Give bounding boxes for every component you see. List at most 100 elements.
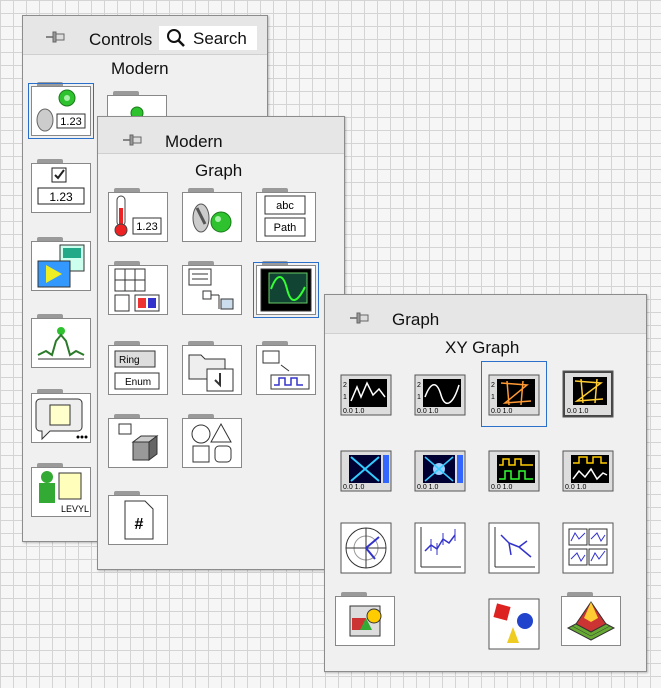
numeric-label: 1.23	[136, 221, 157, 233]
waveform-chart-icon: 2 1 0.0 1.0	[340, 374, 392, 416]
intensity-graph-button[interactable]: 0.0 1.0	[413, 445, 467, 499]
waveform-graph-icon: 2 1 0.0 1.0	[414, 374, 466, 416]
svg-text:0.0 1.0: 0.0 1.0	[491, 484, 513, 491]
variant-class-icon	[118, 423, 159, 461]
intensity-chart-button[interactable]: 0.0 1.0	[339, 445, 393, 499]
decorations-icon	[191, 422, 232, 463]
palette-subtitle: Modern	[111, 59, 169, 78]
tile-ring-enum[interactable]: Ring Enum	[108, 341, 168, 395]
palette-title: Modern	[165, 132, 223, 151]
boolean-icon	[192, 203, 232, 233]
palette-title: Controls	[89, 30, 153, 49]
svg-text:0.0 1.0: 0.0 1.0	[417, 408, 439, 415]
ring-label: Ring	[119, 355, 140, 366]
graph-palette: Graph XY Graph 2 1 0.0 1.0 2 1 0.0 1.0 2	[324, 294, 647, 672]
enum-label: Enum	[125, 377, 151, 388]
error-bar-plot-button[interactable]	[413, 521, 467, 575]
svg-text:1: 1	[417, 394, 421, 401]
modern-titlebar: Modern	[98, 117, 344, 154]
tile-boolean[interactable]	[182, 188, 242, 242]
tile-list-table-tree[interactable]	[182, 261, 242, 315]
tile-variant-class[interactable]	[108, 414, 168, 468]
palette-subtitle: XY Graph	[445, 338, 520, 357]
tile-system[interactable]: 1.23	[31, 159, 91, 213]
search-icon	[167, 29, 185, 47]
classic-icon	[37, 244, 85, 288]
mixed-signal-graph-button[interactable]: 0.0 1.0	[561, 445, 615, 499]
feather-plot-button[interactable]	[487, 521, 541, 575]
svg-text:0.0 1.0: 0.0 1.0	[567, 408, 589, 415]
refnum-label: #	[135, 516, 144, 533]
svg-text:2: 2	[417, 382, 421, 389]
tile-express[interactable]	[31, 389, 91, 443]
tile-decorations[interactable]	[182, 414, 242, 468]
xy-plot-matrix-icon	[562, 522, 614, 574]
svg-text:2: 2	[491, 382, 495, 389]
controls-titlebar: Controls Search	[23, 16, 267, 55]
tile-graph[interactable]	[253, 261, 319, 318]
palette-title: Graph	[392, 310, 440, 329]
xy-graph-icon: 2 1 0.0 1.0	[488, 374, 540, 416]
containers-icon	[188, 354, 234, 392]
tile-signal[interactable]	[31, 314, 91, 368]
pin-icon[interactable]	[45, 28, 67, 46]
express-icon	[35, 398, 88, 441]
pin-icon[interactable]	[349, 309, 371, 327]
tile-numeric[interactable]: 1.23	[108, 188, 168, 242]
tile-string-path[interactable]: abc Path	[256, 188, 316, 242]
modern-numeric-label: 1.23	[60, 116, 81, 128]
picture-button[interactable]	[487, 597, 541, 651]
palette-subtitle: Graph	[195, 161, 243, 180]
tile-classic[interactable]	[31, 237, 91, 291]
controls-3d-icon	[349, 605, 382, 637]
tile-3d-surface[interactable]	[561, 592, 621, 646]
numeric-icon: 1.23	[114, 195, 162, 237]
tile-controls-3d[interactable]	[335, 592, 395, 646]
svg-text:1: 1	[491, 394, 495, 401]
intensity-chart-icon: 0.0 1.0	[340, 450, 392, 492]
digital-waveform-graph-button[interactable]: 0.0 1.0	[487, 445, 541, 499]
intensity-graph-icon: 0.0 1.0	[414, 450, 466, 492]
signal-icon	[37, 327, 85, 360]
waveform-graph-button[interactable]: 2 1 0.0 1.0	[413, 367, 467, 421]
tile-array-matrix-cluster[interactable]	[108, 261, 168, 315]
digital-waveform-graph-icon: 0.0 1.0	[488, 450, 540, 492]
svg-text:2: 2	[343, 382, 347, 389]
tile-containers[interactable]	[182, 341, 242, 395]
3d-surface-icon	[566, 601, 616, 641]
io-icon	[262, 350, 310, 390]
refnum-icon: #	[124, 500, 154, 540]
pin-icon[interactable]	[122, 131, 144, 149]
svg-text:0.0 1.0: 0.0 1.0	[491, 408, 513, 415]
ex-xy-graph-icon: 0.0 1.0	[562, 370, 614, 418]
svg-text:0.0 1.0: 0.0 1.0	[565, 484, 587, 491]
system-icon: 1.23	[37, 167, 85, 205]
xy-plot-matrix-button[interactable]	[561, 521, 615, 575]
waveform-chart-button[interactable]: 2 1 0.0 1.0	[339, 367, 393, 421]
tile-modern[interactable]: 1.23	[28, 82, 94, 139]
levylab-icon: LEVYLAB	[39, 471, 89, 514]
graph-icon	[260, 268, 312, 312]
tile-refnum[interactable]: #	[108, 491, 168, 545]
error-bar-plot-icon	[414, 522, 466, 574]
svg-text:0.0 1.0: 0.0 1.0	[417, 484, 439, 491]
string-path-icon: abc Path	[264, 195, 306, 237]
feather-plot-icon	[488, 522, 540, 574]
tile-levylab[interactable]: LEVYLAB	[31, 463, 91, 517]
svg-text:0.0 1.0: 0.0 1.0	[343, 484, 365, 491]
ex-xy-graph-button[interactable]: 0.0 1.0	[561, 367, 615, 421]
search-button[interactable]: Search	[159, 26, 257, 50]
search-label: Search	[193, 29, 247, 48]
xy-graph-button[interactable]: 2 1 0.0 1.0	[481, 361, 547, 427]
graph-titlebar: Graph	[325, 295, 646, 334]
svg-text:1: 1	[343, 394, 347, 401]
compass-plot-button[interactable]	[339, 521, 393, 575]
string-label: abc	[276, 200, 294, 212]
ring-enum-icon: Ring Enum	[114, 350, 160, 390]
array-matrix-icon	[114, 268, 160, 312]
compass-plot-icon	[340, 522, 392, 574]
tile-io[interactable]	[256, 341, 316, 395]
mixed-signal-graph-icon: 0.0 1.0	[562, 450, 614, 492]
path-label: Path	[274, 222, 297, 234]
svg-text:0.0 1.0: 0.0 1.0	[343, 408, 365, 415]
